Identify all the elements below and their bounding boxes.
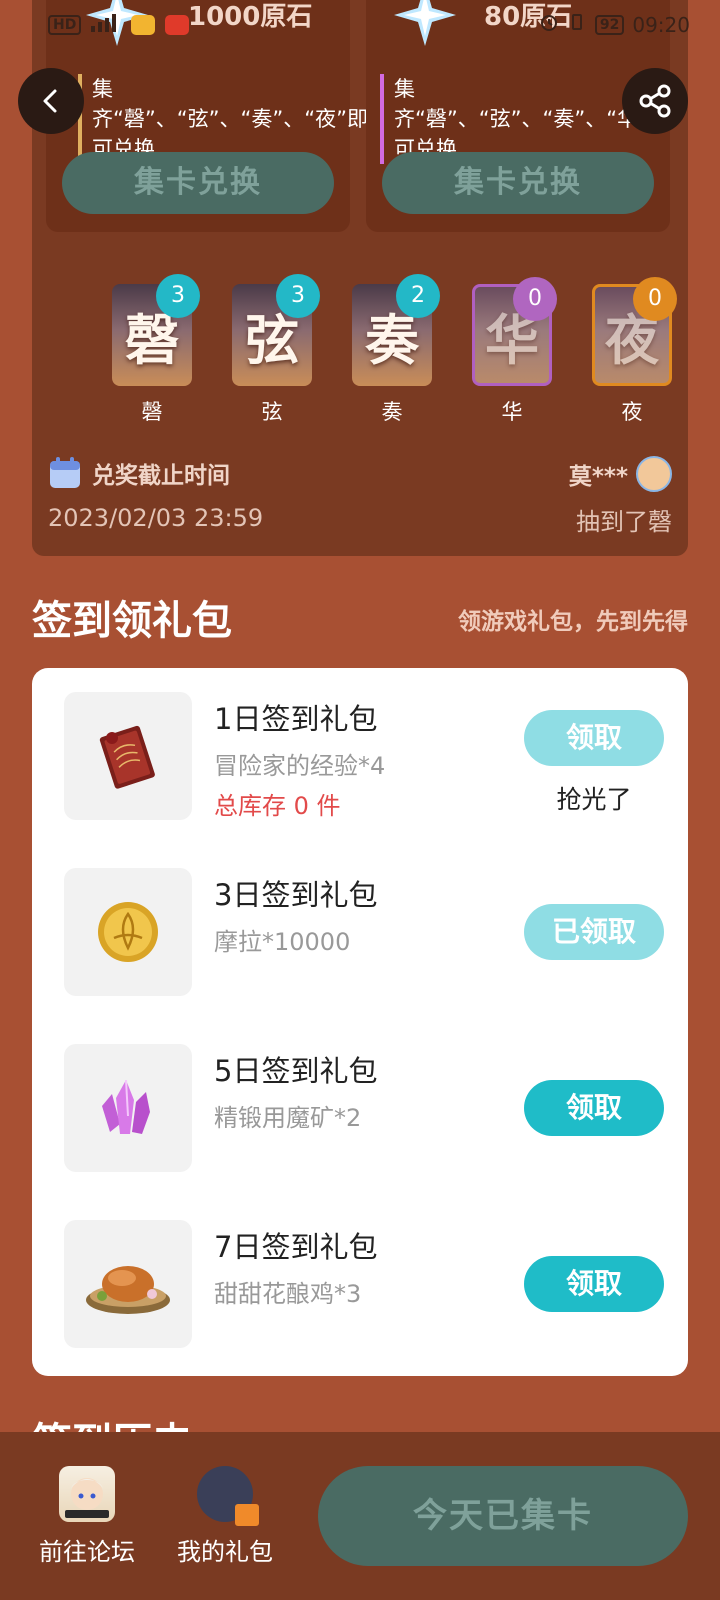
gift-content: 精锻用魔矿*2: [214, 1104, 362, 1132]
gift-item: 1日签到礼包 冒险家的经验*4 总库存 0 件 领取 抢光了: [64, 692, 664, 820]
gift-content: 摩拉*10000: [214, 928, 351, 956]
gift-item: 7日签到礼包 甜甜花酿鸡*3 领取: [64, 1220, 664, 1348]
card-name: 弦: [261, 400, 283, 424]
status-bar: HD 92 09:20: [0, 0, 720, 46]
app-badge-icon: [131, 14, 156, 35]
card-count-badge: 0: [633, 277, 677, 321]
gift-icon: [235, 1504, 259, 1526]
gift-content: 甜甜花酿鸡*3: [214, 1280, 362, 1308]
claim-button[interactable]: 领取: [524, 1080, 664, 1136]
card-collection: 磬 3 磬 弦 3 弦 奏 2 奏 华 0 华 夜 0 夜: [78, 274, 678, 426]
hd-indicator: HD: [48, 14, 82, 35]
forum-label: 前往论坛: [39, 1538, 135, 1566]
card-item[interactable]: 华 0 华: [472, 277, 557, 426]
my-gifts-link[interactable]: 我的礼包: [170, 1466, 280, 1567]
card-image: 弦 3: [232, 274, 320, 386]
card-count-badge: 3: [156, 274, 200, 318]
card-count-badge: 0: [513, 277, 557, 321]
gift-content: 冒险家的经验*4: [214, 752, 386, 780]
mystic-ore-icon: [102, 1079, 150, 1134]
experience-book-icon: [99, 725, 155, 789]
roast-chicken-icon: [86, 1266, 170, 1314]
mora-coin-icon: [98, 902, 158, 962]
card-item[interactable]: 夜 0 夜: [592, 277, 677, 426]
share-button[interactable]: [622, 68, 688, 134]
app-badge-icon: [165, 14, 190, 35]
winner-ticker: 莫*** 抽到了磬: [569, 456, 672, 537]
gift-thumbnail: [64, 1044, 192, 1172]
redeem-deadline: 兑奖截止时间 2023/02/03 23:59: [48, 456, 263, 532]
back-icon: [43, 89, 57, 113]
status-left: HD: [48, 12, 190, 37]
gift-title: 1日签到礼包: [214, 702, 378, 736]
exchange-button[interactable]: 集卡兑换: [382, 152, 654, 214]
winner-text: 抽到了磬: [576, 508, 672, 536]
reward-description: 集齐“磬”、“弦”、“奏”、“夜”即可兑换: [78, 74, 368, 164]
winner-header: 莫***: [569, 456, 672, 492]
card-item[interactable]: 弦 3 弦: [232, 274, 320, 426]
card-count-badge: 2: [396, 274, 440, 318]
gift-thumbnail: [64, 692, 192, 820]
sold-out-text: 抢光了: [556, 785, 632, 814]
claim-button[interactable]: 领取: [524, 1256, 664, 1312]
collect-card-button[interactable]: 今天已集卡: [318, 1466, 688, 1566]
back-button[interactable]: [18, 68, 84, 134]
checkin-section-subtitle: 领游戏礼包，先到先得: [458, 609, 688, 635]
card-name: 奏: [381, 400, 403, 424]
gift-stock: 总库存 0 件: [214, 792, 341, 820]
gift-title: 3日签到礼包: [214, 878, 378, 912]
deadline-header: 兑奖截止时间: [48, 456, 263, 490]
gift-item: 3日签到礼包 摩拉*10000 已领取: [64, 868, 664, 996]
card-name: 华: [501, 400, 523, 424]
winner-avatar: [636, 456, 672, 492]
card-image: 华 0: [472, 277, 557, 386]
card-item[interactable]: 奏 2 奏: [352, 274, 440, 426]
winner-name: 莫***: [568, 464, 628, 490]
reward-description: 集齐“磬”、“弦”、“奏”、“华”即可兑换: [380, 74, 670, 164]
exchange-button[interactable]: 集卡兑换: [62, 152, 334, 214]
bottom-bar: 前往论坛 我的礼包 今天已集卡: [0, 1432, 720, 1600]
gift-thumbnail: [64, 868, 192, 996]
vibrate-icon: [567, 12, 587, 37]
gift-title: 7日签到礼包: [214, 1230, 378, 1264]
deadline-time: 2023/02/03 23:59: [48, 504, 264, 532]
share-icon: [639, 84, 671, 118]
status-right: 92 09:20: [539, 12, 690, 37]
card-image: 奏 2: [352, 274, 440, 386]
card-count-badge: 3: [276, 274, 320, 318]
page: HD 92 09:20 1000原石 集齐“磬”、“弦”、“奏”、“夜”即可兑换…: [0, 0, 720, 1600]
card-image: 磬 3: [112, 274, 200, 386]
checkin-section-title: 签到领礼包: [32, 598, 232, 644]
card-name: 磬: [141, 400, 163, 424]
card-item[interactable]: 磬 3 磬: [112, 274, 200, 426]
gift-title: 5日签到礼包: [214, 1054, 378, 1088]
gift-item: 5日签到礼包 精锻用魔矿*2 领取: [64, 1044, 664, 1172]
gift-list: 1日签到礼包 冒险家的经验*4 总库存 0 件 领取 抢光了 3日签到礼包 摩拉…: [32, 668, 688, 1376]
deadline-label: 兑奖截止时间: [92, 463, 230, 489]
forum-link[interactable]: 前往论坛: [32, 1466, 142, 1567]
card-image: 夜 0: [592, 277, 677, 386]
claimed-button[interactable]: 已领取: [524, 904, 664, 960]
signal-icon: [91, 12, 121, 37]
card-name: 夜: [621, 400, 643, 424]
calendar-icon: [50, 457, 80, 488]
my-gifts-avatar-icon: [197, 1466, 259, 1526]
alarm-icon: [539, 12, 559, 37]
battery-icon: 92: [594, 14, 625, 35]
gift-thumbnail: [64, 1220, 192, 1348]
clock: 09:20: [632, 12, 690, 37]
my-gifts-label: 我的礼包: [177, 1538, 273, 1566]
forum-avatar-icon: [59, 1466, 115, 1522]
claim-button[interactable]: 领取: [524, 710, 664, 766]
